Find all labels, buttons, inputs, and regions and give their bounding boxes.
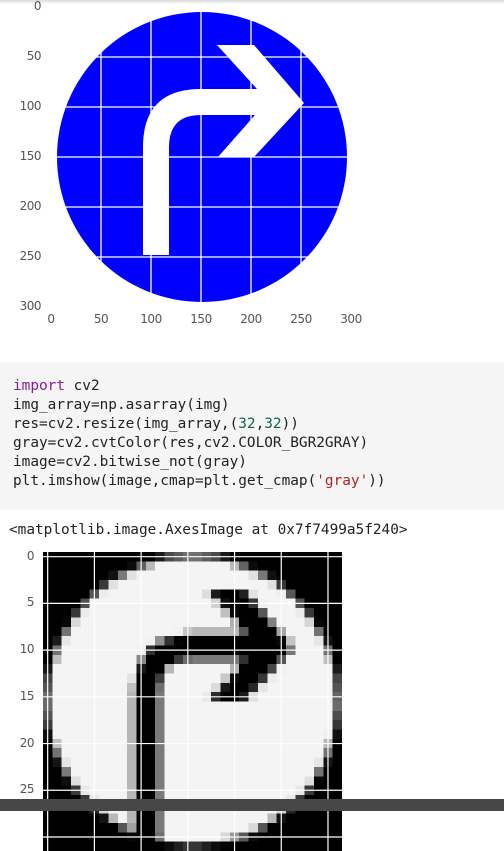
y-tick-label: 25 — [19, 782, 35, 797]
code-token: gray=cv2.cvtColor(res,cv2.COLOR_BGR2GRAY… — [13, 435, 369, 451]
code-token: plt.imshow(image,cmap=plt.get_cmap( — [13, 473, 317, 489]
x-tick-label: 0 — [47, 312, 55, 326]
code-token: )) — [368, 473, 386, 489]
code-cell[interactable]: import cv2 img_array=np.asarray(img) res=c… — [0, 362, 504, 510]
horizontal-scrollbar[interactable] — [0, 799, 504, 811]
code-token: import — [13, 378, 65, 394]
code-token: img_array=np.asarray(img) — [13, 397, 230, 413]
code-token: 'gray' — [316, 473, 369, 489]
code-token: , — [255, 416, 265, 432]
y-tick-label: 250 — [19, 249, 42, 263]
code-editor[interactable]: import cv2 img_array=np.asarray(img) res=c… — [13, 377, 386, 491]
code-line: plt.imshow(image,cmap=plt.get_cmap('gray… — [13, 472, 386, 491]
x-tick-label: 250 — [290, 312, 312, 326]
x-tick-label: 50 — [93, 312, 109, 326]
y-tick-label: 5 — [26, 595, 35, 610]
x-tick-label: 100 — [140, 312, 162, 326]
code-line: import cv2 — [13, 377, 386, 396]
code-line: image=cv2.bitwise_not(gray) — [13, 453, 386, 472]
code-line: gray=cv2.cvtColor(res,cv2.COLOR_BGR2GRAY… — [13, 434, 386, 453]
y-tick-label: 20 — [19, 735, 35, 750]
x-tick-label: 200 — [240, 312, 262, 326]
y-tick-label: 0 — [26, 548, 35, 563]
y-tick-label: 100 — [19, 99, 42, 113]
scroll-shadow — [0, 0, 504, 4]
code-token: 32 — [264, 416, 282, 432]
x-tick-label: 300 — [340, 312, 362, 326]
code-token: )) — [281, 416, 299, 432]
code-token: 32 — [238, 416, 256, 432]
y-tick-label: 150 — [19, 149, 42, 163]
x-tick-label: 150 — [190, 312, 212, 326]
y-tick-label: 300 — [19, 299, 42, 313]
code-token: res=cv2.resize(img_array,( — [13, 416, 239, 432]
plot1-sign-image — [51, 7, 353, 309]
code-token: cv2 — [64, 378, 100, 394]
code-line: res=cv2.resize(img_array,(32,32)) — [13, 415, 386, 434]
y-tick-label: 200 — [19, 199, 42, 213]
y-tick-label: 0 — [33, 0, 42, 13]
code-token: image=cv2.bitwise_not(gray) — [13, 454, 247, 470]
y-tick-label: 10 — [19, 642, 35, 657]
code-line: img_array=np.asarray(img) — [13, 396, 386, 415]
y-tick-label: 15 — [19, 688, 35, 703]
y-tick-label: 50 — [26, 49, 42, 63]
cell-output-text: <matplotlib.image.AxesImage at 0x7f7499a… — [9, 522, 408, 538]
